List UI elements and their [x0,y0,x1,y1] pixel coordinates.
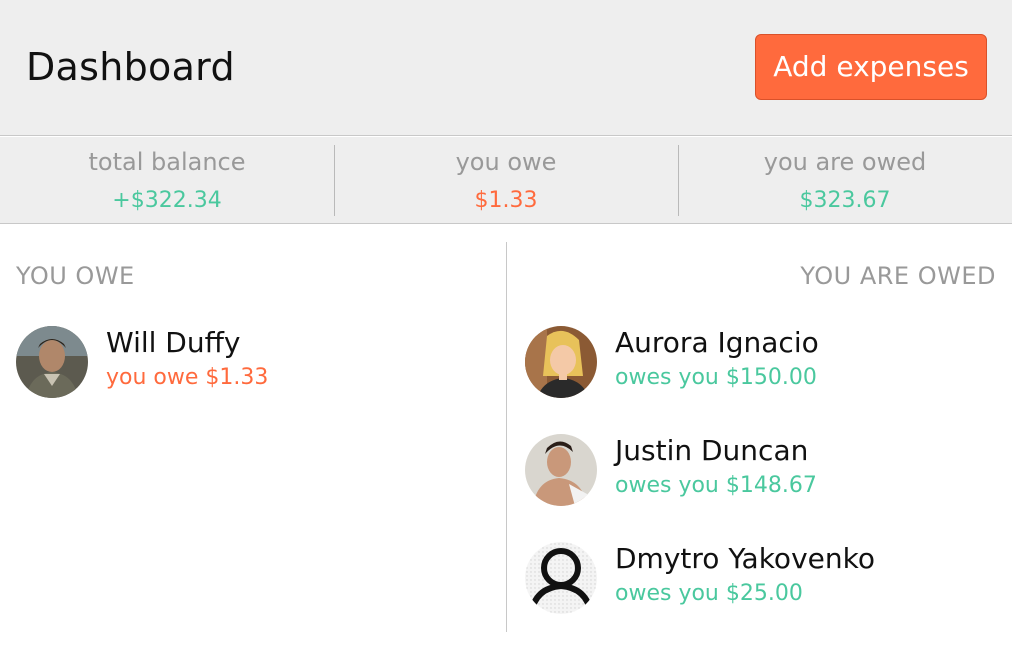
person-name: Will Duffy [106,326,241,359]
page-title: Dashboard [26,45,235,89]
column-divider [506,242,507,632]
you-are-owed-heading: YOU ARE OWED [800,262,996,290]
top-bar: Dashboard Add expenses [0,0,1012,136]
credit-line: owes you $150.00 [615,365,817,390]
you-are-owed-label: you are owed [763,148,927,176]
list-item-dmytro-yakovenko[interactable]: Dmytro Yakovenko owes you $25.00 [525,542,995,614]
list-item-justin-duncan[interactable]: Justin Duncan owes you $148.67 [525,434,995,506]
list-item-aurora-ignacio[interactable]: Aurora Ignacio owes you $150.00 [525,326,995,398]
you-owe-value: $1.33 [474,188,538,213]
you-owe-heading: YOU OWE [16,262,135,290]
person-name: Justin Duncan [615,434,809,467]
avatar [525,434,597,506]
avatar [525,326,597,398]
person-name: Dmytro Yakovenko [615,542,875,575]
you-owe-label: you owe [455,148,557,176]
you-are-owed-value: $323.67 [799,188,891,213]
total-balance-label: total balance [88,148,246,176]
credit-line: owes you $148.67 [615,473,817,498]
debt-line: you owe $1.33 [106,365,269,390]
credit-line: owes you $25.00 [615,581,803,606]
list-item-will-duffy[interactable]: Will Duffy you owe $1.33 [16,326,486,398]
total-balance-value: +$322.34 [112,188,222,213]
you-owe-cell: you owe $1.33 [334,137,678,224]
total-balance-cell: total balance +$322.34 [0,137,334,224]
you-are-owed-cell: you are owed $323.67 [678,137,1012,224]
add-expenses-button[interactable]: Add expenses [755,34,987,100]
avatar [16,326,88,398]
person-name: Aurora Ignacio [615,326,819,359]
default-avatar-icon [525,542,597,614]
balance-summary: total balance +$322.34 you owe $1.33 you… [0,137,1012,224]
